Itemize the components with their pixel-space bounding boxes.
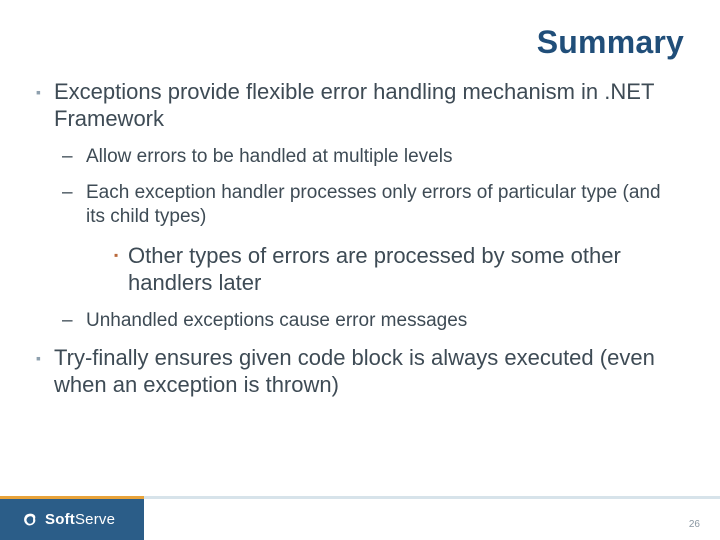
slide-title: Summary: [36, 24, 684, 61]
bullet-text: Other types of errors are processed by s…: [128, 243, 621, 296]
bullet-lvl2: Unhandled exceptions cause error message…: [62, 309, 684, 333]
brand-logo-icon: [22, 511, 40, 529]
brand-suffix: Serve: [75, 511, 115, 528]
bullet-text: Unhandled exceptions cause error message…: [86, 310, 467, 331]
bullet-lvl1: Exceptions provide flexible error handli…: [36, 79, 684, 333]
bullet-lvl2: Each exception handler processes only er…: [62, 181, 684, 297]
brand-logo: SoftServe: [22, 511, 115, 529]
bullet-lvl1: Try-finally ensures given code block is …: [36, 345, 684, 399]
bullet-text: Allow errors to be handled at multiple l…: [86, 146, 452, 167]
bullet-text: Each exception handler processes only er…: [86, 182, 661, 227]
bullet-subsublist: Other types of errors are processed by s…: [86, 242, 684, 297]
slide: Summary Exceptions provide flexible erro…: [0, 0, 720, 540]
slide-footer: SoftServe 26: [0, 496, 720, 540]
bullet-text: Exceptions provide flexible error handli…: [54, 79, 654, 131]
bullet-sublist: Allow errors to be handled at multiple l…: [54, 145, 684, 333]
brand-logo-text: SoftServe: [45, 511, 115, 528]
bullet-list: Exceptions provide flexible error handli…: [36, 79, 684, 399]
bullet-text: Try-finally ensures given code block is …: [54, 345, 655, 397]
footer-bar: SoftServe: [0, 499, 720, 540]
bullet-lvl3: Other types of errors are processed by s…: [114, 242, 684, 297]
brand-prefix: Soft: [45, 511, 75, 528]
page-number: 26: [689, 519, 700, 530]
bullet-lvl2: Allow errors to be handled at multiple l…: [62, 145, 684, 169]
